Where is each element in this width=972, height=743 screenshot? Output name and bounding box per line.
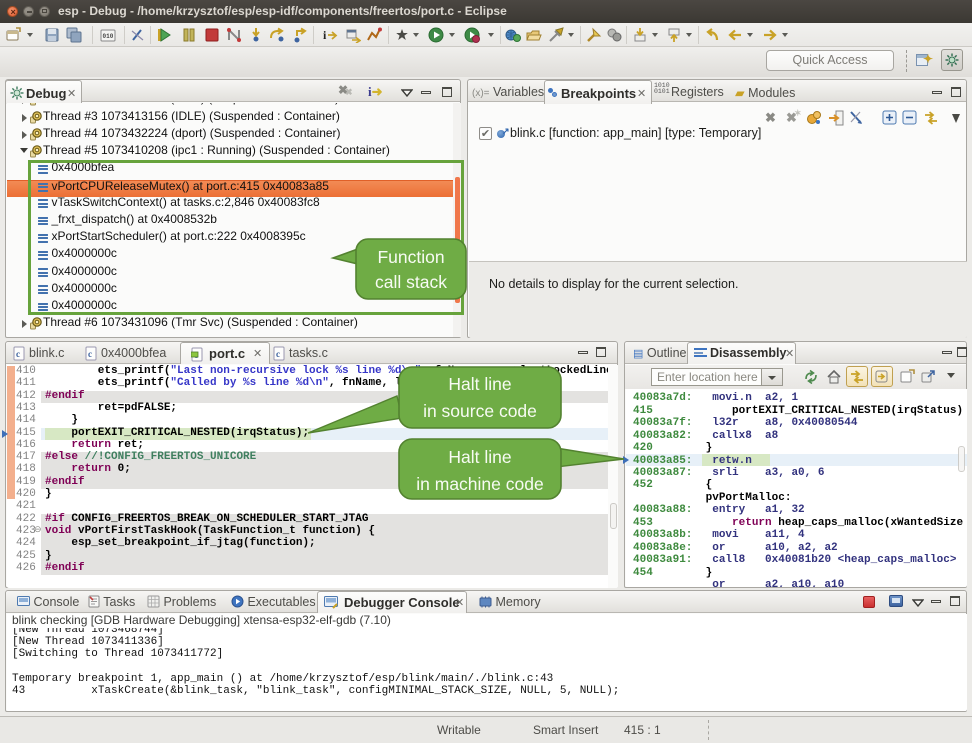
svg-text:in machine code: in machine code [416,474,543,494]
svg-text:010: 010 [103,33,114,40]
svg-text:call stack: call stack [375,272,447,292]
svg-text:c: c [88,349,92,359]
svg-text:c: c [16,349,20,359]
svg-text:Halt line: Halt line [448,447,511,467]
svg-text:in source code: in source code [423,401,537,421]
svg-text:Function: Function [377,247,444,267]
svg-text:Halt line: Halt line [448,374,511,394]
svg-text:i: i [323,28,327,42]
svg-text:c: c [276,349,280,359]
